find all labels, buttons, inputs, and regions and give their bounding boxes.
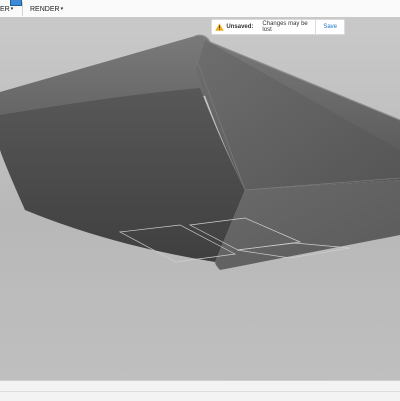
3d-viewport[interactable]: ▾ ▾ ▾ ▾ [0,17,400,380]
model-body [0,34,400,270]
unsaved-message: Changes may be lost [262,21,308,33]
unsaved-notification: Unsaved: Changes may be lost Save [211,19,345,35]
bottom-bar [0,380,400,401]
bottom-divider [0,391,400,392]
top-toolbar: ER ▾ RENDER ▾ [0,0,400,18]
chevron-down-icon: ▾ [10,6,14,12]
model-front-face [0,88,245,262]
menu-render-label: RENDER [30,5,60,13]
toolbar-divider [22,2,23,16]
chevron-down-icon: ▾ [60,6,64,12]
save-button[interactable]: Save [315,20,344,34]
menu-render[interactable]: RENDER ▾ [30,3,63,15]
warning-icon [215,22,224,32]
unsaved-status: Unsaved: [226,24,254,30]
menu-previous[interactable]: ER ▾ [0,3,13,15]
menu-previous-label: ER [0,5,10,13]
